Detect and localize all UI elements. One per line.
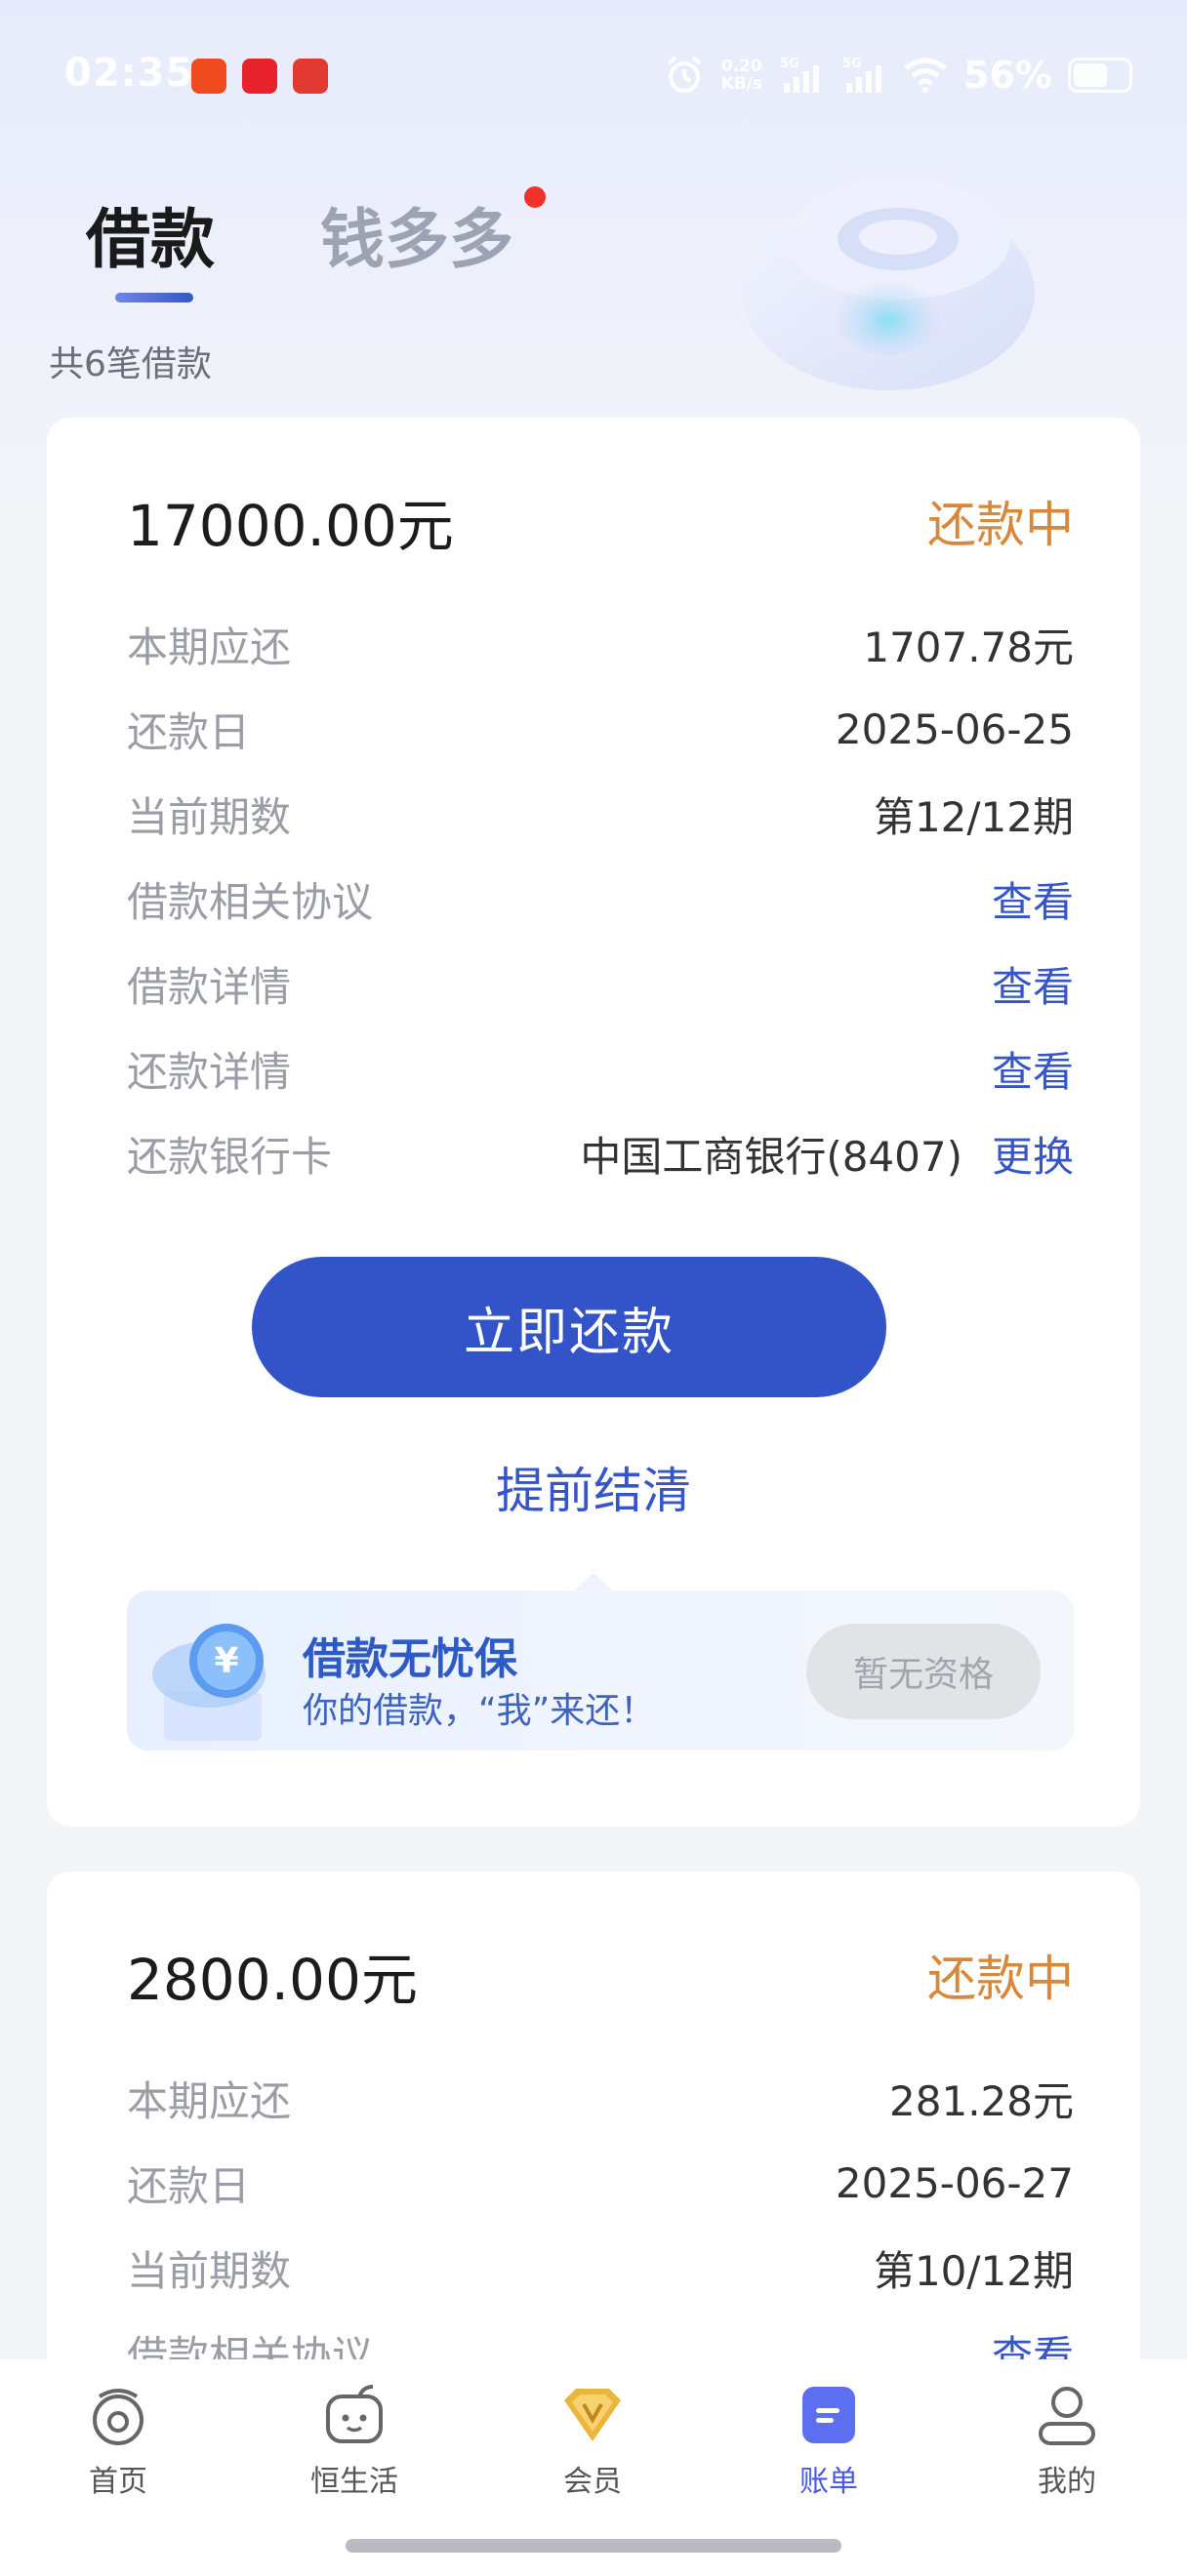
row-loan-agreement: 借款相关协议 查看	[127, 869, 1074, 928]
loan-card[interactable]: 17000.00元 还款中 本期应还 1707.78元 还款日 2025-06-…	[47, 418, 1140, 1827]
wifi-icon	[904, 58, 947, 93]
bill-icon	[802, 2387, 855, 2443]
insurance-subtitle: 你的借款，“我”来还！	[303, 1691, 656, 1731]
bank-card-name: 中国工商银行(8407)	[580, 1132, 962, 1181]
row-repay-date: 还款日 2025-06-27	[127, 2158, 1074, 2210]
row-repay-detail: 还款详情 查看	[127, 1039, 1074, 1098]
home-indicator	[346, 2539, 841, 2553]
signal-icon: 5G	[780, 57, 820, 93]
active-tab-indicator	[115, 293, 193, 302]
notification-app-icon	[242, 59, 277, 94]
row-current-period: 当前期数 第12/12期	[127, 792, 1074, 841]
svg-text:¥: ¥	[214, 1641, 238, 1681]
svg-text:5G: 5G	[780, 57, 799, 71]
row-repay-date: 还款日 2025-06-25	[127, 704, 1074, 756]
loan-insurance-banner[interactable]: ¥ 借款无忧保 你的借款，“我”来还！ 暂无资格	[127, 1590, 1074, 1751]
change-card-link[interactable]: 更换	[992, 1124, 1074, 1184]
nav-home[interactable]: 首页	[35, 2383, 201, 2500]
loan-amount: 2800.00元	[127, 1947, 418, 2013]
nav-bill[interactable]: 账单	[746, 2383, 912, 2500]
row-bank-card: 还款银行卡 中国工商银行(8407) 更换	[127, 1124, 1074, 1183]
decorative-ring-graphic	[742, 179, 1035, 390]
profile-icon	[1039, 2387, 1095, 2445]
tab-loans[interactable]: 借款	[86, 187, 215, 281]
row-current-due: 本期应还 281.28元	[127, 2076, 1074, 2125]
tab-qianduoduo[interactable]: 钱多多	[320, 187, 513, 281]
home-icon	[93, 2389, 143, 2445]
view-loan-detail-link[interactable]: 查看	[992, 954, 1074, 1014]
signal-icon: 5G	[842, 57, 882, 93]
notification-dot	[524, 186, 546, 208]
repayment-status: 还款中	[927, 1951, 1074, 2007]
view-repay-detail-link[interactable]: 查看	[992, 1039, 1074, 1099]
not-eligible-button[interactable]: 暂无资格	[806, 1624, 1041, 1719]
status-bar: 02:35 0.20 KB/s 5G 5G 56%	[0, 0, 1187, 152]
loan-count: 共6笔借款	[49, 344, 212, 384]
early-settle-link[interactable]: 提前结清	[47, 1452, 1140, 1522]
row-loan-detail: 借款详情 查看	[127, 954, 1074, 1013]
battery-percent: 56%	[963, 54, 1052, 97]
life-icon	[326, 2385, 383, 2443]
repay-now-button[interactable]: 立即还款	[252, 1257, 886, 1397]
yuan-coin-icon: ¥	[152, 1624, 266, 1741]
repayment-status: 还款中	[927, 497, 1074, 553]
row-current-due: 本期应还 1707.78元	[127, 623, 1074, 671]
notification-app-icon	[293, 59, 328, 94]
battery-icon	[1068, 58, 1132, 93]
nav-member[interactable]: 会员	[510, 2383, 675, 2500]
alarm-icon	[667, 56, 701, 93]
clock: 02:35	[64, 51, 194, 96]
nav-profile[interactable]: 我的	[984, 2383, 1150, 2500]
row-current-period: 当前期数 第10/12期	[127, 2246, 1074, 2295]
insurance-title: 借款无忧保	[303, 1634, 517, 1684]
network-speed: 0.20 KB/s	[720, 57, 763, 94]
loan-amount: 17000.00元	[127, 493, 454, 559]
nav-life[interactable]: 恒生活	[271, 2383, 437, 2500]
banner-pointer	[574, 1573, 613, 1590]
svg-text:5G: 5G	[842, 57, 862, 71]
notification-app-icon	[191, 59, 226, 94]
view-agreement-link[interactable]: 查看	[992, 869, 1074, 929]
vip-diamond-icon	[564, 2389, 621, 2441]
